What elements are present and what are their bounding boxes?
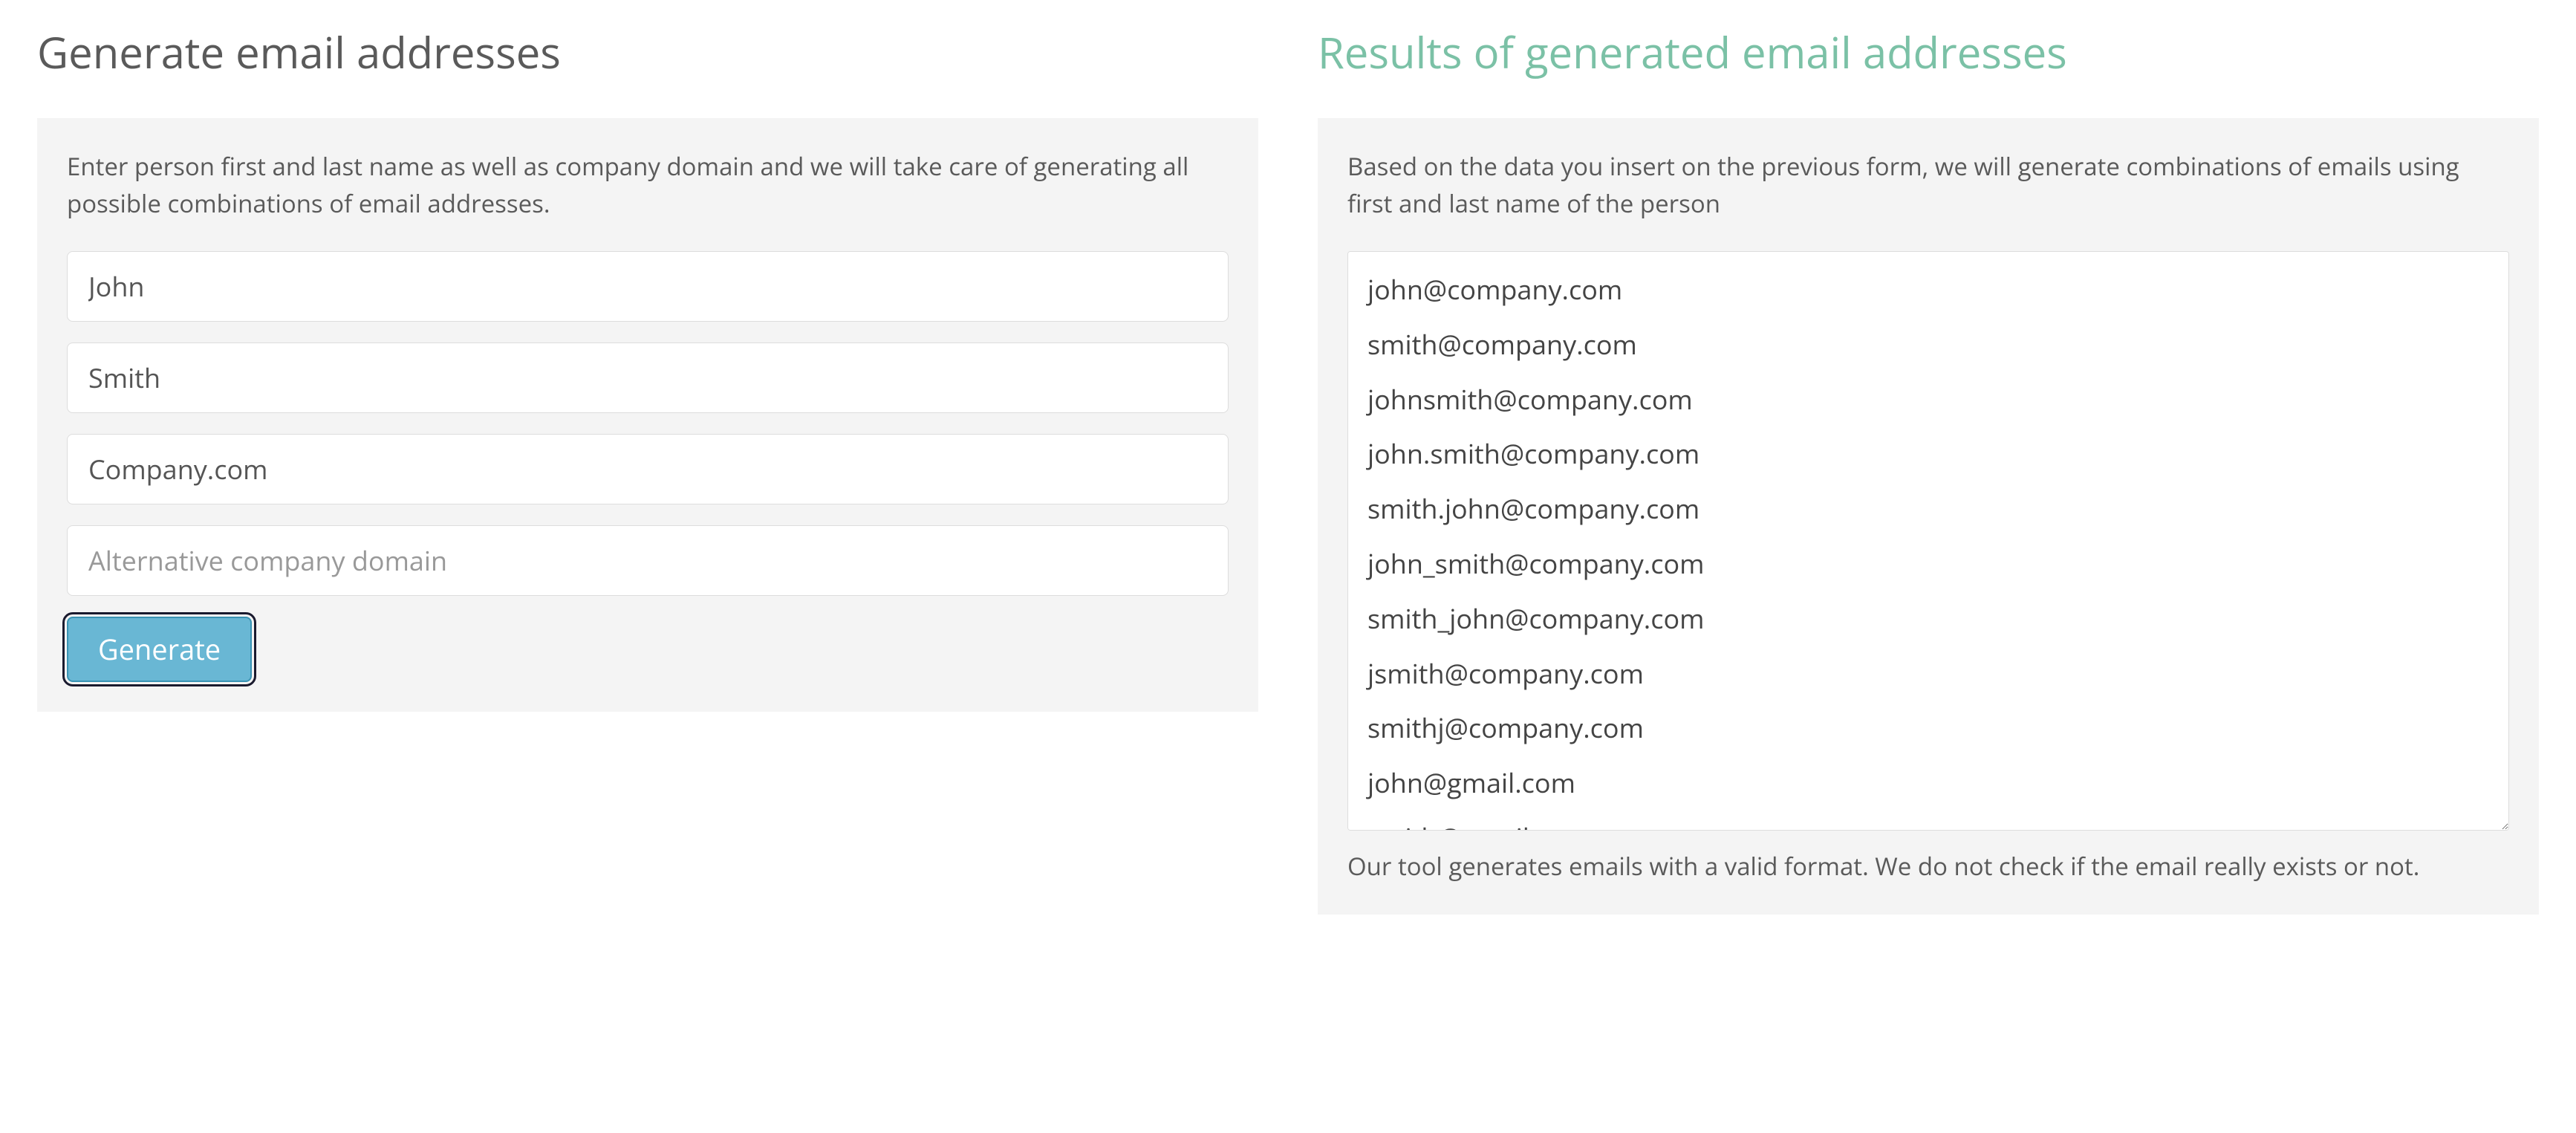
generate-panel: Enter person first and last name as well…	[37, 118, 1258, 712]
last-name-input[interactable]	[67, 343, 1229, 413]
generate-heading: Generate email addresses	[37, 22, 1258, 81]
domain-input[interactable]	[67, 434, 1229, 504]
generate-description: Enter person first and last name as well…	[67, 148, 1229, 221]
results-textarea[interactable]	[1347, 251, 2509, 831]
first-name-input[interactable]	[67, 251, 1229, 322]
generate-button[interactable]: Generate	[67, 617, 252, 682]
generate-column: Generate email addresses Enter person fi…	[37, 22, 1258, 915]
alt-domain-input[interactable]	[67, 525, 1229, 596]
results-footnote: Our tool generates emails with a valid f…	[1347, 848, 2509, 885]
results-panel: Based on the data you insert on the prev…	[1318, 118, 2539, 915]
results-column: Results of generated email addresses Bas…	[1318, 22, 2539, 915]
results-heading: Results of generated email addresses	[1318, 22, 2539, 81]
results-description: Based on the data you insert on the prev…	[1347, 148, 2509, 221]
